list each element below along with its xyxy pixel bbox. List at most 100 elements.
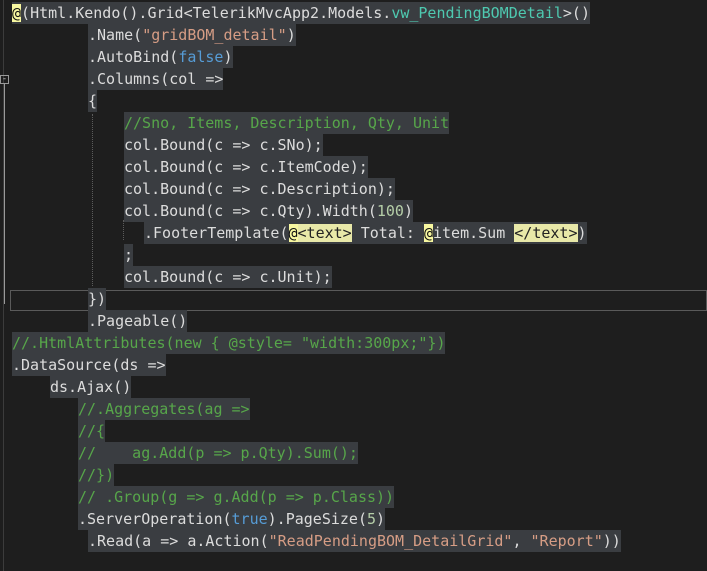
code-token: true	[231, 510, 268, 528]
code-token: @	[423, 224, 433, 242]
code-token: 100	[376, 202, 404, 220]
line-content: ds.Ajax()	[50, 376, 132, 398]
code-token: @	[288, 224, 298, 242]
code-line[interactable]: //{	[0, 420, 707, 442]
code-token: ,	[512, 532, 531, 550]
line-content: })	[88, 288, 107, 310]
code-line[interactable]: .Pageable()	[0, 310, 707, 332]
code-token: 5	[367, 510, 377, 528]
code-line[interactable]: .Columns(col =>	[0, 68, 707, 90]
code-token: .ServerOperation(	[78, 510, 232, 528]
code-line[interactable]: .Read(a => a.Action("ReadPendingBOM_Deta…	[0, 530, 707, 552]
code-token: ).PageSize(	[267, 510, 367, 528]
line-content: col.Bound(c => c.ItemCode);	[124, 156, 368, 178]
line-content: .DataSource(ds =>	[12, 354, 166, 376]
code-line[interactable]: col.Bound(c => c.Unit);	[0, 266, 707, 288]
code-token: col.Bound(c => c.Qty).Width(	[124, 202, 377, 220]
code-token: col.Bound(c => c.Unit);	[124, 268, 332, 286]
code-token: .Columns(	[88, 70, 170, 88]
code-token: .Name(	[88, 26, 143, 44]
code-token: //.Aggregates(ag =>	[78, 400, 250, 418]
code-line[interactable]: col.Bound(c => c.Qty).Width(100)	[0, 200, 707, 222]
line-content: // ag.Add(p => p.Qty).Sum();	[78, 442, 358, 464]
code-line[interactable]: .DataSource(ds =>	[0, 354, 707, 376]
code-line[interactable]: // ag.Add(p => p.Qty).Sum();	[0, 442, 707, 464]
code-token: //.HtmlAttributes(new { @style= "width:3…	[12, 334, 446, 352]
code-token: @	[12, 4, 22, 22]
code-token: col	[169, 70, 197, 88]
code-line[interactable]: col.Bound(c => c.SNo);	[0, 134, 707, 156]
code-token: Html	[30, 4, 67, 22]
line-content: {	[88, 90, 98, 112]
code-token: >()	[562, 4, 590, 22]
code-token: )	[223, 48, 233, 66]
line-content: //.HtmlAttributes(new { @style= "width:3…	[12, 332, 446, 354]
code-line[interactable]: //.HtmlAttributes(new { @style= "width:3…	[0, 332, 707, 354]
code-line[interactable]: col.Bound(c => c.Description);	[0, 178, 707, 200]
line-content: //.Aggregates(ag =>	[78, 398, 250, 420]
line-content: col.Bound(c => c.SNo);	[124, 134, 323, 156]
code-token: "Report"	[530, 532, 603, 550]
code-token: .Kendo().Grid<	[66, 4, 193, 22]
code-token: .DataSource(ds =>	[12, 356, 166, 374]
code-token: })	[88, 290, 107, 308]
code-token: ))	[602, 532, 621, 550]
line-content: @(Html.Kendo().Grid<TelerikMvcApp2.Model…	[12, 2, 590, 24]
code-line[interactable]: .ServerOperation(true).PageSize(5)	[0, 508, 707, 530]
line-content: col.Bound(c => c.Description);	[124, 178, 395, 200]
code-token: TelerikMvcApp2	[192, 4, 320, 22]
code-token: )	[577, 224, 587, 242]
code-token: // ag.Add(p => p.Qty).Sum();	[78, 444, 358, 462]
code-line[interactable]: .Name("gridBOM_detail")	[0, 24, 707, 46]
line-content: //{	[78, 420, 106, 442]
line-content: .FooterTemplate(@<text> Total: @item.Sum…	[144, 222, 587, 244]
code-token: col.Bound(c => c.ItemCode);	[124, 158, 368, 176]
line-content: ;	[124, 244, 134, 266]
line-content: .ServerOperation(true).PageSize(5)	[78, 508, 386, 530]
code-token: .FooterTemplate(	[144, 224, 289, 242]
line-content: .Columns(col =>	[88, 68, 224, 90]
code-token: col.Bound(c => c.SNo);	[124, 136, 323, 154]
line-content: col.Bound(c => c.Qty).Width(100)	[124, 200, 413, 222]
code-token: // .Group(g => g.Add(p => p.Class))	[78, 488, 395, 506]
code-token: .Models.	[319, 4, 392, 22]
code-line[interactable]: // .Group(g => g.Add(p => p.Class))	[0, 486, 707, 508]
code-token: (	[21, 4, 31, 22]
code-line[interactable]: //})	[0, 464, 707, 486]
code-line[interactable]: //Sno, Items, Description, Qty, Unit	[0, 112, 707, 134]
code-token: )	[286, 26, 296, 44]
code-token: </text>	[514, 224, 578, 242]
code-editor[interactable]: { "editor": { "fold_glyph": "-", "lines"…	[0, 0, 707, 571]
code-token: <text>	[297, 224, 352, 242]
line-content: .AutoBind(false)	[88, 46, 233, 68]
code-token: col.Bound(c => c.Description);	[124, 180, 395, 198]
code-token: item.Sum	[433, 224, 515, 242]
code-line[interactable]: })	[0, 288, 707, 310]
code-token: false	[178, 48, 224, 66]
code-line[interactable]: ds.Ajax()	[0, 376, 707, 398]
code-line[interactable]: {	[0, 90, 707, 112]
line-content: //Sno, Items, Description, Qty, Unit	[124, 112, 450, 134]
code-line[interactable]: .AutoBind(false)	[0, 46, 707, 68]
code-token: ds.Ajax()	[50, 378, 132, 396]
code-token: //Sno, Items, Description, Qty, Unit	[124, 114, 450, 132]
line-content: .Name("gridBOM_detail")	[88, 24, 296, 46]
code-line[interactable]: //.Aggregates(ag =>	[0, 398, 707, 420]
code-token: )	[376, 510, 386, 528]
code-token: {	[88, 92, 98, 110]
code-line[interactable]: .FooterTemplate(@<text> Total: @item.Sum…	[0, 222, 707, 244]
code-token: //})	[78, 466, 115, 484]
code-token: =>	[196, 70, 224, 88]
code-token: vw_PendingBOMDetail	[391, 4, 563, 22]
code-line[interactable]: ;	[0, 244, 707, 266]
line-content: // .Group(g => g.Add(p => p.Class))	[78, 486, 395, 508]
code-line[interactable]: col.Bound(c => c.ItemCode);	[0, 156, 707, 178]
code-token: Total:	[351, 224, 424, 242]
code-token: .Read(a => a.Action(	[88, 532, 269, 550]
line-content: .Pageable()	[88, 310, 188, 332]
code-line[interactable]: @(Html.Kendo().Grid<TelerikMvcApp2.Model…	[0, 2, 707, 24]
code-token: )	[403, 202, 413, 220]
line-content: col.Bound(c => c.Unit);	[124, 266, 332, 288]
code-token: .Pageable()	[88, 312, 188, 330]
code-token: ;	[124, 246, 134, 264]
